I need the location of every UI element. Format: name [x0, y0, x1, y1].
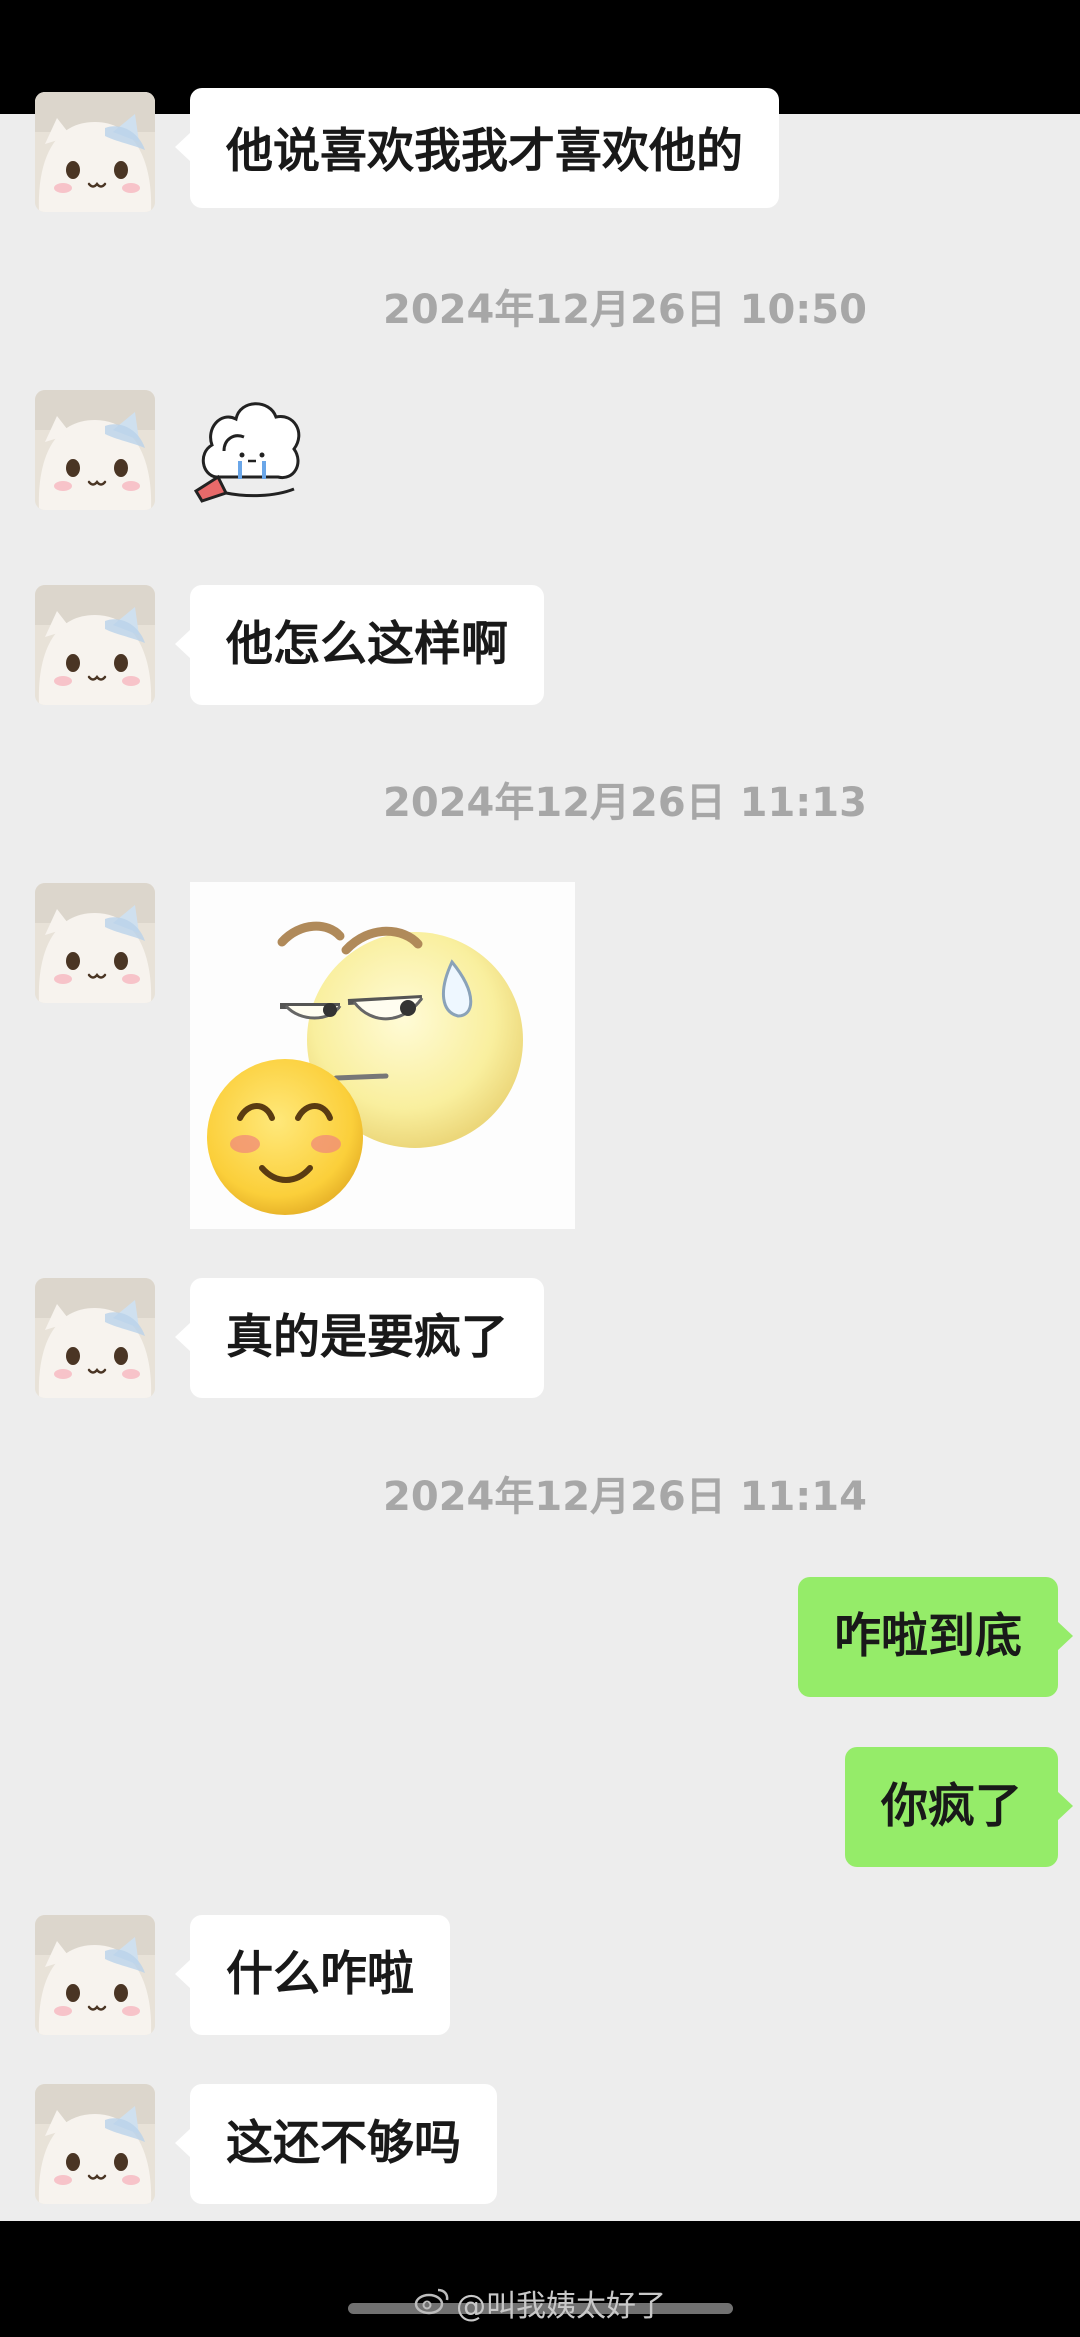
smiling-and-sweating-emoji-sticker[interactable]	[190, 882, 575, 1229]
contact-avatar[interactable]	[35, 92, 155, 212]
contact-avatar[interactable]	[35, 585, 155, 705]
contact-avatar[interactable]	[35, 1915, 155, 2035]
watermark: @叫我姨太好了	[0, 2282, 1080, 2332]
message-bubble[interactable]: 什么咋啦	[175, 1915, 450, 2035]
message-bubble[interactable]: 他怎么这样啊	[175, 585, 544, 705]
message-timestamp: 2024年12月26日 11:13	[383, 780, 867, 826]
own-message-bubble[interactable]: 你疯了	[845, 1747, 1073, 1867]
contact-avatar[interactable]	[35, 390, 155, 510]
contact-avatar[interactable]	[35, 2084, 155, 2204]
weibo-icon	[414, 2282, 450, 2332]
message-timestamp: 2024年12月26日 10:50	[383, 287, 867, 333]
crying-bunny-sticker[interactable]	[190, 393, 320, 513]
message-timestamp: 2024年12月26日 11:14	[383, 1474, 867, 1520]
message-bubble[interactable]: 他说喜欢我我才喜欢他的	[175, 88, 779, 208]
message-bubble[interactable]: 真的是要疯了	[175, 1278, 544, 1398]
message-bubble[interactable]: 这还不够吗	[175, 2084, 497, 2204]
contact-avatar[interactable]	[35, 883, 155, 1003]
contact-avatar[interactable]	[35, 1278, 155, 1398]
own-message-bubble[interactable]: 咋啦到底	[798, 1577, 1073, 1697]
watermark-text: @叫我姨太好了	[456, 2289, 666, 2324]
